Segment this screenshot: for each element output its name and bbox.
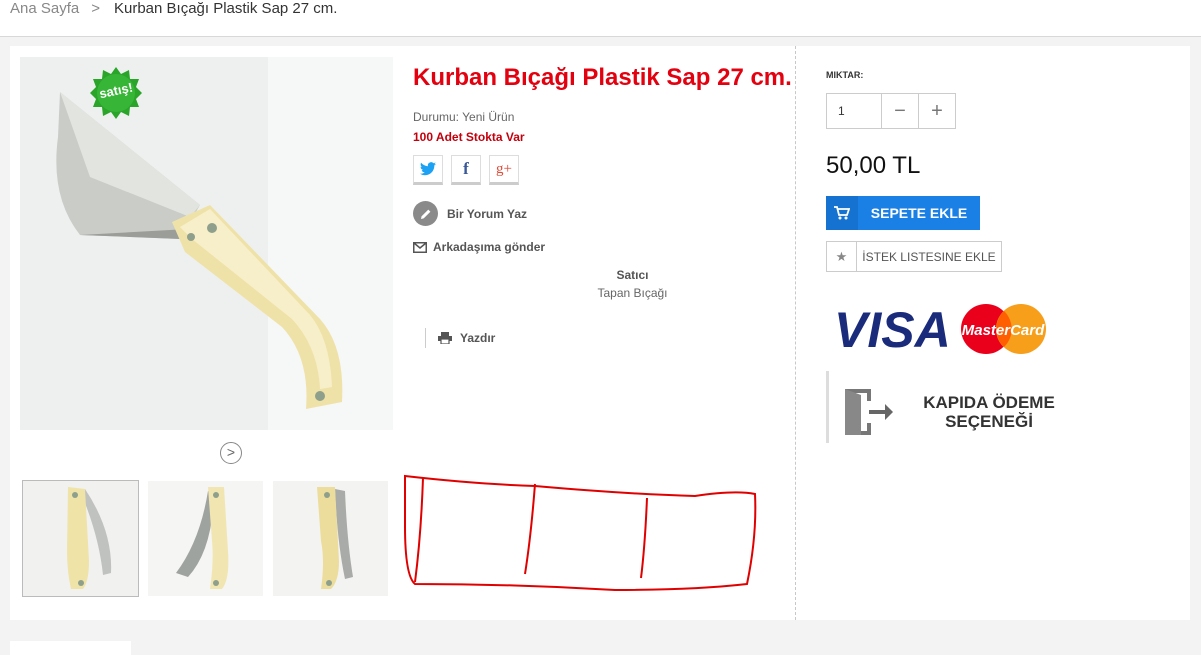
thumbnail-knife-3 <box>273 481 388 596</box>
product-condition: Durumu: Yeni Ürün <box>413 110 515 124</box>
visa-mastercard-logo: VISA MasterCard <box>834 302 1046 357</box>
quantity-input[interactable]: 1 <box>826 93 882 129</box>
stock-status: 100 Adet Stokta Var <box>413 130 525 144</box>
twitter-icon <box>420 162 436 176</box>
thumbnail-3[interactable] <box>272 480 389 597</box>
plus-icon: + <box>931 99 943 122</box>
send-to-friend-label: Arkadaşıma gönder <box>433 240 546 254</box>
visa-text: VISA <box>834 302 951 357</box>
quantity-label: MIKTAR: <box>826 70 864 80</box>
google-plus-icon: g+ <box>496 160 512 177</box>
cod-line-1: KAPIDA ÖDEME <box>923 393 1055 412</box>
twitter-share-button[interactable] <box>413 155 443 185</box>
write-review-label: Bir Yorum Yaz <box>447 206 528 221</box>
seller-heading: Satıcı <box>616 268 649 282</box>
add-to-cart-button[interactable]: SEPETE EKLE <box>826 196 980 230</box>
minus-icon: − <box>894 99 906 122</box>
breadcrumb: Ana Sayfa > Kurban Bıçağı Plastik Sap 27… <box>10 0 337 18</box>
thumbnail-2[interactable] <box>147 480 264 597</box>
cash-on-delivery-text: KAPIDA ÖDEME SEÇENEĞİ <box>909 393 1069 431</box>
pencil-icon <box>413 201 438 226</box>
thumbnail-1[interactable] <box>22 480 139 597</box>
cart-icon <box>826 196 858 230</box>
cod-line-2: SEÇENEĞİ <box>945 412 1033 431</box>
print-label: Yazdır <box>460 331 496 345</box>
breadcrumb-separator: > <box>91 0 100 17</box>
bottom-tab[interactable] <box>10 641 131 655</box>
social-share: f g+ <box>413 155 519 185</box>
next-image-icon[interactable]: > <box>220 442 242 464</box>
quantity-decrease-button[interactable]: − <box>882 93 919 129</box>
envelope-icon <box>413 241 427 253</box>
seller-name-link[interactable]: Tapan Bıçağı <box>570 286 695 300</box>
knife-image <box>20 57 393 430</box>
red-hand-drawn-boxes <box>404 474 757 592</box>
product-card: satış! > Kurban Bıçağı Plastik Sap 27 cm… <box>10 46 1190 620</box>
facebook-share-button[interactable]: f <box>451 155 481 185</box>
add-to-wishlist-button[interactable]: ★ İSTEK LISTESINE EKLE <box>826 241 1002 272</box>
google-plus-share-button[interactable]: g+ <box>489 155 519 185</box>
facebook-icon: f <box>463 159 469 178</box>
door-exit-icon <box>845 389 893 435</box>
add-to-wishlist-label: İSTEK LISTESINE EKLE <box>862 249 996 264</box>
product-price: 50,00 TL <box>826 152 921 179</box>
breadcrumb-bar: Ana Sayfa > Kurban Bıçağı Plastik Sap 27… <box>0 0 1201 37</box>
quantity-stepper: 1 − + <box>826 93 956 129</box>
write-review-link[interactable]: Bir Yorum Yaz <box>413 201 527 226</box>
print-link[interactable]: Yazdır <box>425 328 495 348</box>
send-to-friend-link[interactable]: Arkadaşıma gönder <box>413 240 545 254</box>
printer-icon <box>438 332 452 344</box>
cash-on-delivery-banner: KAPIDA ÖDEME SEÇENEĞİ <box>826 371 1066 443</box>
breadcrumb-current: Kurban Bıçağı Plastik Sap 27 cm. <box>113 0 338 17</box>
mastercard-text: MasterCard <box>962 322 1045 339</box>
sale-badge: satış! <box>90 67 142 119</box>
quantity-increase-button[interactable]: + <box>919 93 956 129</box>
thumbnail-knife-1 <box>23 481 138 596</box>
add-to-cart-label: SEPETE EKLE <box>870 205 968 221</box>
column-divider <box>795 46 796 620</box>
thumbnail-knife-2 <box>148 481 263 596</box>
thumbnail-strip <box>22 480 389 597</box>
product-title: Kurban Bıçağı Plastik Sap 27 cm. <box>413 64 792 91</box>
star-icon: ★ <box>827 242 857 271</box>
main-product-image[interactable]: satış! <box>20 57 393 430</box>
breadcrumb-home-link[interactable]: Ana Sayfa <box>10 0 79 18</box>
